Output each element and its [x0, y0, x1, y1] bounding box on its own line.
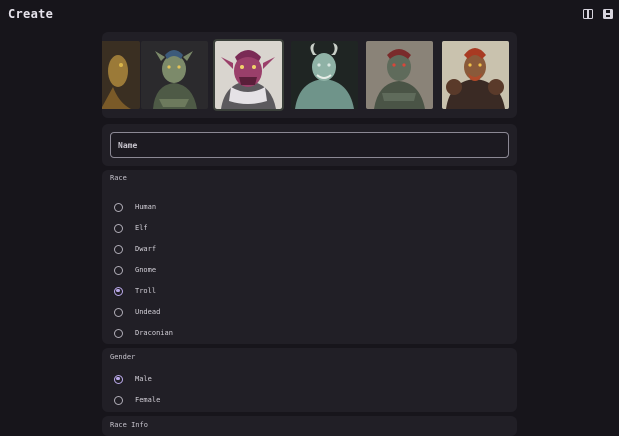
radio-circle[interactable] [114, 223, 123, 233]
radio-circle-checked[interactable] [114, 374, 123, 384]
option-label: Dwarf [135, 245, 157, 253]
race-option-human[interactable]: Human [114, 200, 156, 214]
race-option-dwarf[interactable]: Dwarf [114, 242, 156, 256]
gender-section: Gender Male Female [102, 348, 517, 412]
portrait-lizard[interactable] [102, 41, 140, 109]
race-info-section: Race Info [102, 416, 517, 436]
race-info-label: Race Info [110, 421, 148, 429]
gender-option-male[interactable]: Male [114, 372, 152, 386]
radio-circle[interactable] [114, 265, 123, 275]
race-option-draconian[interactable]: Draconian [114, 326, 173, 340]
portrait-red-orc[interactable] [442, 41, 509, 109]
option-label: Human [135, 203, 157, 211]
option-label: Male [135, 375, 152, 383]
portrait-blue-troll[interactable] [291, 41, 358, 109]
race-option-undead[interactable]: Undead [114, 305, 160, 319]
race-option-troll[interactable]: Troll [114, 284, 156, 298]
save-icon[interactable] [603, 9, 613, 19]
gender-label: Gender [110, 353, 136, 361]
app-header: Create [0, 0, 619, 30]
option-label: Female [135, 396, 161, 404]
radio-circle[interactable] [114, 202, 123, 212]
race-option-elf[interactable]: Elf [114, 221, 148, 235]
option-label: Elf [135, 224, 148, 232]
radio-circle[interactable] [114, 328, 123, 338]
race-label: Race [110, 174, 127, 182]
portrait-purple-troll[interactable] [213, 39, 284, 111]
name-section [102, 124, 517, 166]
portrait-grey-orc[interactable] [366, 41, 433, 109]
race-section: Race Human Elf Dwarf Gnome Troll Undead … [102, 170, 517, 344]
gender-option-female[interactable]: Female [114, 393, 160, 407]
option-label: Undead [135, 308, 161, 316]
portrait-green-orc[interactable] [141, 41, 208, 109]
page-title: Create [8, 7, 54, 21]
name-input[interactable] [110, 132, 509, 158]
radio-circle[interactable] [114, 307, 123, 317]
option-label: Gnome [135, 266, 157, 274]
option-label: Troll [135, 287, 157, 295]
portrait-carousel[interactable] [102, 32, 517, 118]
radio-circle[interactable] [114, 244, 123, 254]
option-label: Draconian [135, 329, 173, 337]
race-option-gnome[interactable]: Gnome [114, 263, 156, 277]
radio-circle[interactable] [114, 395, 123, 405]
radio-circle-checked[interactable] [114, 286, 123, 296]
columns-icon[interactable] [583, 9, 593, 19]
